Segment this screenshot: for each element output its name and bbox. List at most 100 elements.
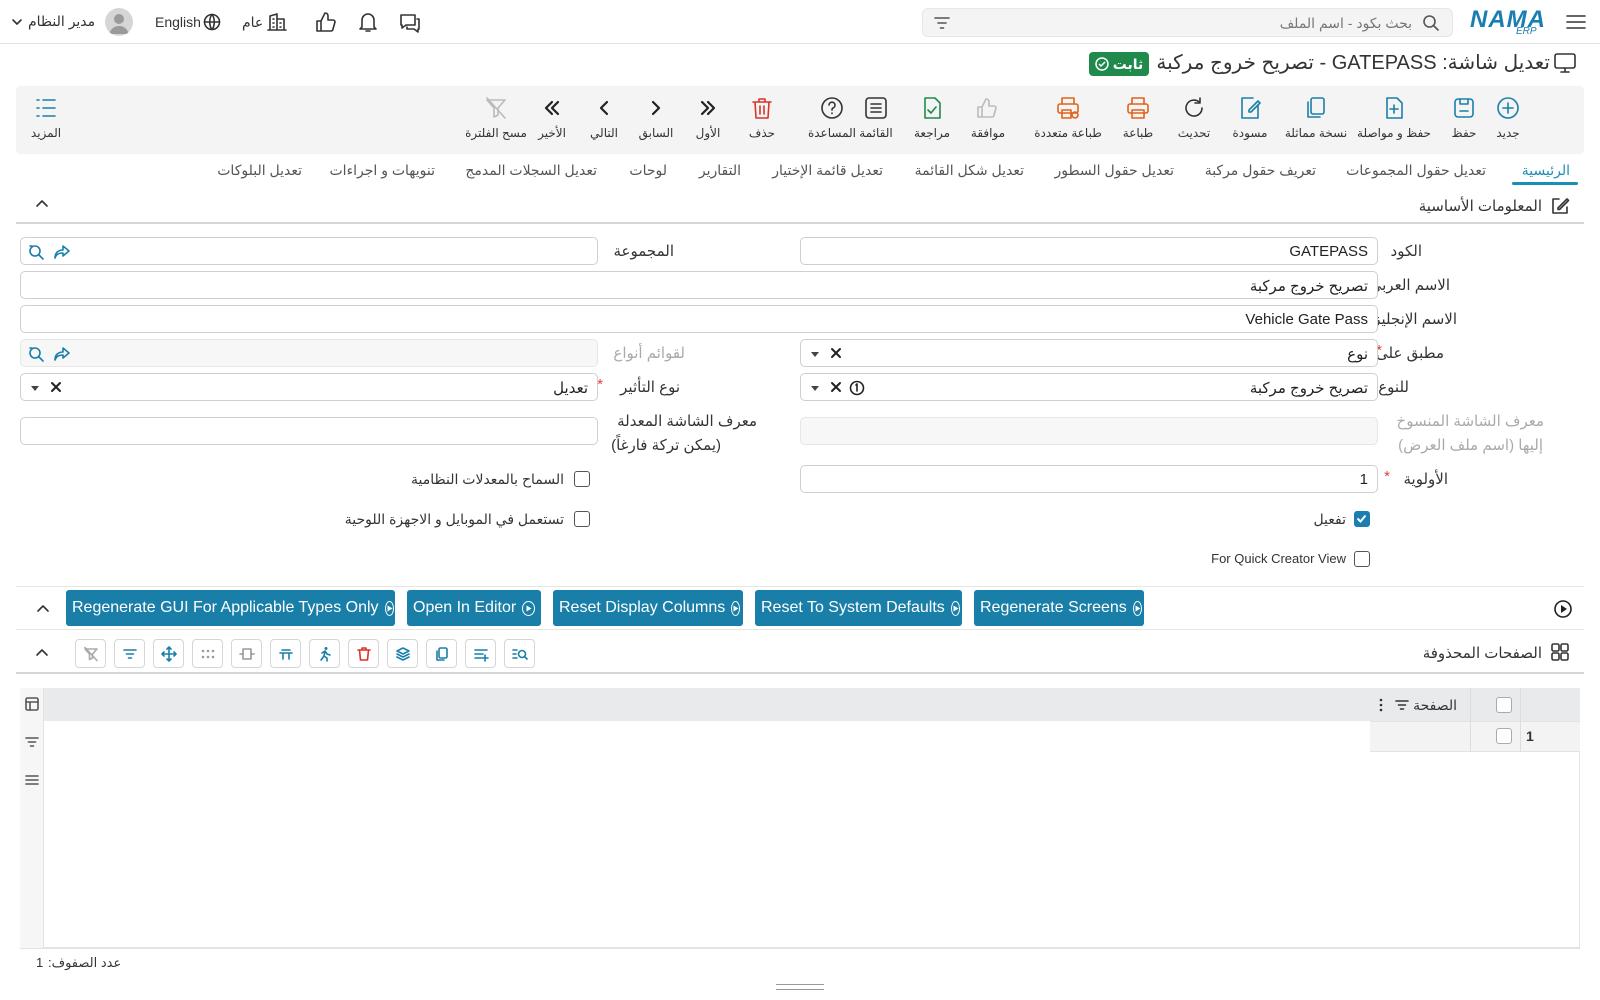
clear-filter-button[interactable]: مسح الفلترة xyxy=(464,94,528,140)
app-logo[interactable]: NAMA ERP xyxy=(1470,4,1552,38)
last-button[interactable]: الأخير xyxy=(530,94,574,140)
play-circle-icon[interactable] xyxy=(1553,599,1573,619)
draft-button[interactable]: مسودة xyxy=(1228,94,1272,140)
collapse-chevron-up-icon[interactable] xyxy=(34,196,50,212)
tab-composite-fields[interactable]: تعريف حقول مركبة xyxy=(1205,162,1316,179)
copied-screen-field[interactable] xyxy=(800,417,1378,445)
tab-home[interactable]: الرئيسية xyxy=(1522,162,1570,179)
language-switch[interactable]: English xyxy=(155,12,223,32)
effect-type-select[interactable]: تعديل xyxy=(20,373,598,401)
run-grid-button[interactable] xyxy=(309,639,340,668)
approve-button[interactable]: موافقة xyxy=(966,94,1010,140)
double-chevron-left-icon xyxy=(530,94,574,122)
filter-grid-button[interactable] xyxy=(114,639,145,668)
collapse-chevron-up-icon[interactable] xyxy=(35,601,51,617)
mobile-checkbox[interactable] xyxy=(574,511,590,527)
copy-button[interactable]: نسخة مماثلة xyxy=(1284,94,1348,140)
clear-x-icon[interactable] xyxy=(49,380,63,394)
branch-selector[interactable]: عام xyxy=(242,12,290,32)
reset-display-columns-button[interactable]: Reset Display Columns xyxy=(553,590,743,626)
share-icon[interactable] xyxy=(53,243,71,261)
table-settings-icon[interactable] xyxy=(24,696,40,712)
save-button[interactable]: حفظ xyxy=(1442,94,1486,140)
row-checkbox[interactable] xyxy=(1496,728,1512,744)
side-filter-icon[interactable] xyxy=(24,734,40,750)
search-lookup-icon[interactable] xyxy=(27,243,45,261)
collapse-chevron-up-icon[interactable] xyxy=(34,645,50,661)
priority-field[interactable]: 1 xyxy=(800,465,1378,493)
add-row-grid-button[interactable] xyxy=(465,639,496,668)
applied-on-select[interactable]: نوع xyxy=(800,339,1378,367)
notification-bell-icon[interactable] xyxy=(357,10,379,34)
info-circle-icon[interactable] xyxy=(849,380,865,396)
dropdown-caret-icon[interactable] xyxy=(809,349,821,359)
more-button[interactable]: المزيد xyxy=(26,94,66,140)
multi-print-button[interactable]: طباعة متعددة xyxy=(1026,94,1110,140)
group-field[interactable] xyxy=(20,237,598,265)
activate-checkbox[interactable] xyxy=(1354,511,1370,527)
clear-x-icon[interactable] xyxy=(829,380,843,394)
copy-grid-button[interactable] xyxy=(426,639,457,668)
columns-grid-button[interactable] xyxy=(270,639,301,668)
tab-boards[interactable]: لوحات xyxy=(629,162,667,179)
review-button[interactable]: مراجعة xyxy=(910,94,954,140)
table-row[interactable] xyxy=(1370,721,1580,752)
move-grid-button[interactable] xyxy=(153,639,184,668)
next-button[interactable]: التالي xyxy=(582,94,626,140)
tab-list-layout[interactable]: تعديل شكل القائمة xyxy=(915,162,1024,179)
header-checkbox-cell xyxy=(1470,688,1520,721)
quick-creator-checkbox[interactable] xyxy=(1354,551,1370,567)
dropdown-caret-icon[interactable] xyxy=(809,383,821,393)
thumbs-up-icon[interactable] xyxy=(314,10,338,34)
basic-info-section-header[interactable]: المعلومات الأساسية xyxy=(16,190,1584,224)
code-field[interactable]: GATEPASS xyxy=(800,237,1378,265)
tab-group-fields[interactable]: تعديل حقول المجموعات xyxy=(1346,162,1486,179)
user-menu[interactable]: مدير النظام xyxy=(10,8,135,36)
tab-blocks[interactable]: تعديل البلوكات xyxy=(217,162,302,179)
allow-system-mods-checkbox[interactable] xyxy=(574,471,590,487)
first-button[interactable]: الأول xyxy=(686,94,730,140)
search-grid-button[interactable] xyxy=(504,639,535,668)
open-in-editor-button[interactable]: Open In Editor xyxy=(407,590,541,626)
english-name-field[interactable]: Vehicle Gate Pass xyxy=(20,305,1378,333)
modified-screen-field[interactable] xyxy=(20,417,598,445)
refresh-button[interactable]: تحديث xyxy=(1172,94,1216,140)
layers-icon xyxy=(395,646,410,661)
previous-button[interactable]: السابق xyxy=(634,94,678,140)
new-button[interactable]: جديد xyxy=(1486,94,1530,140)
column-menu-icon[interactable] xyxy=(1377,697,1385,713)
tab-reports[interactable]: التقارير xyxy=(699,162,741,179)
layers-grid-button[interactable] xyxy=(387,639,418,668)
list-button[interactable]: القائمة xyxy=(854,94,898,140)
print-button[interactable]: طباعة xyxy=(1116,94,1160,140)
help-button[interactable]: المساعدة xyxy=(806,94,858,140)
tab-line-fields[interactable]: تعديل حقول السطور xyxy=(1054,162,1174,179)
fit-columns-grid-button[interactable] xyxy=(231,639,262,668)
regenerate-gui-button[interactable]: Regenerate GUI For Applicable Types Only xyxy=(66,590,395,626)
for-type-select[interactable]: تصريح خروج مركبة xyxy=(800,373,1378,401)
regenerate-screens-button[interactable]: Regenerate Screens xyxy=(974,590,1144,626)
type-lists-field[interactable] xyxy=(20,339,598,367)
dropdown-caret-icon[interactable] xyxy=(29,383,41,393)
clear-filter-grid-button[interactable] xyxy=(75,639,106,668)
dots-grid-button[interactable] xyxy=(192,639,223,668)
delete-button[interactable]: حذف xyxy=(740,94,784,140)
column-header-page[interactable]: الصفحة xyxy=(1413,697,1457,714)
side-menu-icon[interactable] xyxy=(24,772,40,788)
reset-system-defaults-button[interactable]: Reset To System Defaults xyxy=(755,590,962,626)
filter-icon[interactable] xyxy=(933,15,951,31)
save-continue-button[interactable]: حفظ و مواصلة xyxy=(1354,94,1434,140)
clear-x-icon[interactable] xyxy=(829,346,843,360)
tab-notices-actions[interactable]: تنويهات و اجراءات xyxy=(330,162,436,179)
resize-handle[interactable] xyxy=(776,984,824,990)
hamburger-menu-icon[interactable] xyxy=(1565,12,1587,32)
arabic-name-field[interactable]: تصريح خروج مركبة xyxy=(20,271,1378,299)
share-icon[interactable] xyxy=(53,345,71,363)
column-filter-icon[interactable] xyxy=(1394,697,1410,713)
delete-grid-button[interactable] xyxy=(348,639,379,668)
search-input[interactable]: بحث بكود - اسم الملف xyxy=(922,8,1453,37)
chat-icon[interactable] xyxy=(398,11,422,33)
search-lookup-icon[interactable] xyxy=(27,345,45,363)
tab-selection-list[interactable]: تعديل قائمة الإختيار xyxy=(772,162,883,179)
tab-merged-records[interactable]: تعديل السجلات المدمج xyxy=(465,162,597,179)
